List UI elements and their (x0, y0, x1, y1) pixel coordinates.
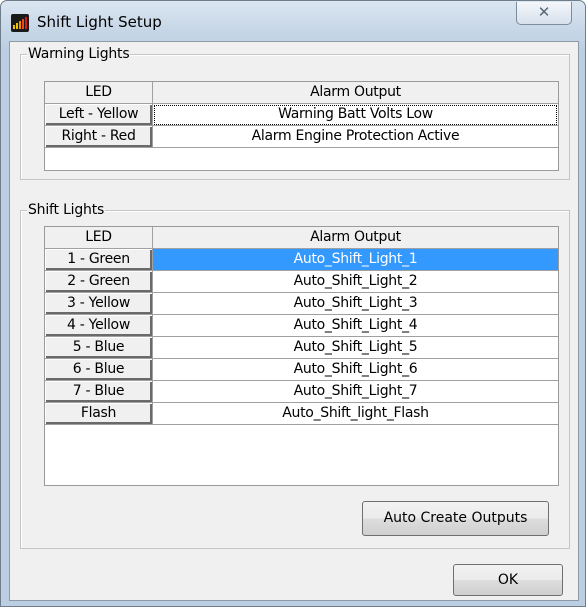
grid-header-row: LED Alarm Output (45, 82, 558, 104)
table-row: Right - Red Alarm Engine Protection Acti… (45, 126, 558, 148)
close-icon: ✕ (537, 4, 551, 21)
led-cell[interactable]: Right - Red (45, 126, 153, 148)
column-header-alarm-output[interactable]: Alarm Output (153, 82, 558, 104)
led-cell[interactable]: 2 - Green (45, 271, 153, 293)
table-row: Flash Auto_Shift_light_Flash (45, 403, 558, 425)
shift-lights-grid: LED Alarm Output 1 - Green Auto_Shift_Li… (44, 226, 559, 486)
grid-header-row: LED Alarm Output (45, 227, 558, 249)
warning-lights-group: Warning Lights LED Alarm Output Left - Y… (20, 45, 570, 180)
ok-button[interactable]: OK (453, 564, 563, 596)
led-cell[interactable]: 1 - Green (45, 249, 153, 271)
led-cell[interactable]: 4 - Yellow (45, 315, 153, 337)
auto-create-outputs-button[interactable]: Auto Create Outputs (362, 501, 549, 536)
table-row: 2 - Green Auto_Shift_Light_2 (45, 271, 558, 293)
led-cell[interactable]: Flash (45, 403, 153, 425)
alarm-output-cell[interactable]: Auto_Shift_Light_6 (153, 359, 558, 381)
table-row: 3 - Yellow Auto_Shift_Light_3 (45, 293, 558, 315)
warning-lights-grid: LED Alarm Output Left - Yellow Warning B… (44, 81, 559, 171)
dialog-client-area: Warning Lights LED Alarm Output Left - Y… (9, 41, 579, 601)
table-row: Left - Yellow Warning Batt Volts Low (45, 104, 558, 126)
led-cell[interactable]: 5 - Blue (45, 337, 153, 359)
table-row: 1 - Green Auto_Shift_Light_1 (45, 249, 558, 271)
alarm-output-cell[interactable]: Alarm Engine Protection Active (153, 126, 558, 148)
title-bar[interactable]: Shift Light Setup ✕ (1, 1, 587, 41)
column-header-alarm-output[interactable]: Alarm Output (153, 227, 558, 249)
close-button[interactable]: ✕ (516, 2, 572, 25)
window-title: Shift Light Setup (37, 13, 162, 31)
led-cell[interactable]: 6 - Blue (45, 359, 153, 381)
alarm-output-cell[interactable]: Auto_Shift_Light_5 (153, 337, 558, 359)
shift-lights-group: Shift Lights LED Alarm Output 1 - Green … (20, 201, 570, 549)
alarm-output-cell[interactable]: Warning Batt Volts Low (153, 104, 558, 126)
table-row: 7 - Blue Auto_Shift_Light_7 (45, 381, 558, 403)
led-cell[interactable]: 7 - Blue (45, 381, 153, 403)
shift-lights-label: Shift Lights (27, 201, 106, 219)
alarm-output-cell[interactable]: Auto_Shift_light_Flash (153, 403, 558, 425)
column-header-led[interactable]: LED (45, 227, 153, 249)
table-row: 4 - Yellow Auto_Shift_Light_4 (45, 315, 558, 337)
led-cell[interactable]: 3 - Yellow (45, 293, 153, 315)
alarm-output-cell[interactable]: Auto_Shift_Light_1 (153, 249, 558, 271)
warning-lights-label: Warning Lights (27, 45, 131, 63)
table-row: 5 - Blue Auto_Shift_Light_5 (45, 337, 558, 359)
alarm-output-cell[interactable]: Auto_Shift_Light_7 (153, 381, 558, 403)
alarm-output-cell[interactable]: Auto_Shift_Light_4 (153, 315, 558, 337)
alarm-output-cell[interactable]: Auto_Shift_Light_3 (153, 293, 558, 315)
alarm-output-cell[interactable]: Auto_Shift_Light_2 (153, 271, 558, 293)
dialog-window: Shift Light Setup ✕ Warning Lights LED A… (0, 0, 586, 607)
app-icon (11, 14, 29, 32)
table-row: 6 - Blue Auto_Shift_Light_6 (45, 359, 558, 381)
column-header-led[interactable]: LED (45, 82, 153, 104)
led-cell[interactable]: Left - Yellow (45, 104, 153, 126)
